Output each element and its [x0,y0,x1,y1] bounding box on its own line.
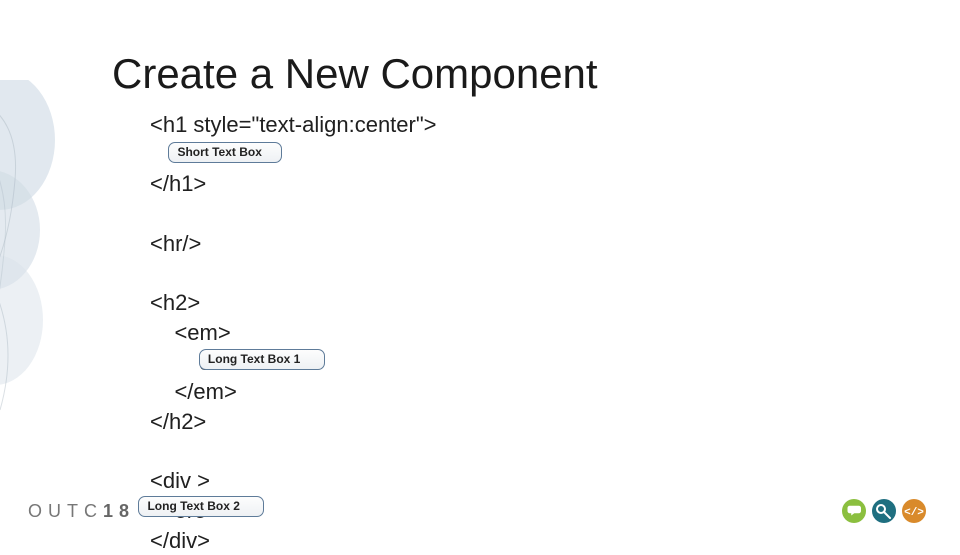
code-line: </h1> [150,169,437,199]
brand-bold: 18 [103,501,135,521]
em-close: </em> [174,379,236,404]
code-sample: <h1 style="text-align:center"> ereShort … [150,110,437,555]
long-text-box-2-pill[interactable]: Long Text Box 2 [138,496,264,517]
code-line: <h2> [150,288,437,318]
em-open: <em> [174,320,230,345]
brand-light: OUTC [28,501,103,521]
code-line: </div> [150,526,437,555]
footer-icons: </> [840,496,932,526]
short-text-box-pill[interactable]: Short Text Box [168,142,282,163]
code-line: <em> [150,318,437,348]
blank-line [150,199,437,229]
code-line: <hr/> [150,229,437,259]
code-line: ereShort Text Box [150,140,437,170]
code-line: </em> [150,377,437,407]
code-line: eLong Text Box 1 [150,348,437,378]
code-line: </h2> [150,407,437,437]
slide-title: Create a New Component [112,50,598,98]
code-line: <h1 style="text-align:center"> [150,110,437,140]
footer-brand: OUTC18 [28,501,135,522]
watercolor-decoration [0,80,80,440]
svg-text:</>: </> [904,507,924,519]
code-line: <div > [150,466,437,496]
code-line: ereLong Text Box 2 [150,496,437,526]
blank-line [150,437,437,467]
blank-line [150,258,437,288]
long-text-box-1-pill[interactable]: Long Text Box 1 [199,349,325,370]
